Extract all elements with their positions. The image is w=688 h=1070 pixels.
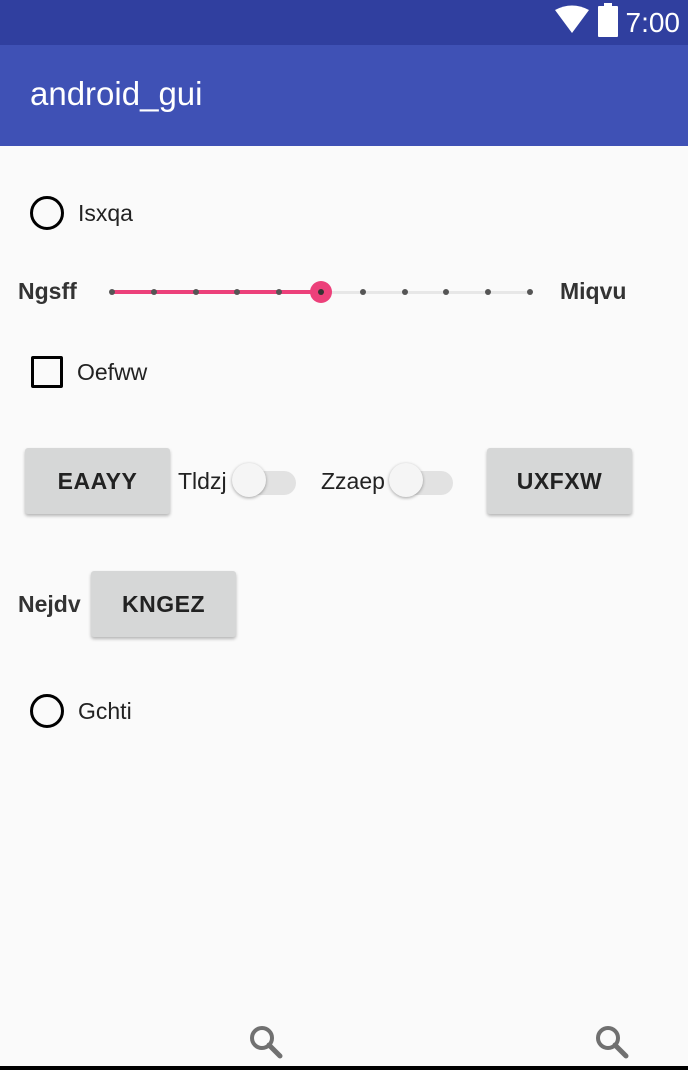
uxfxw-button[interactable]: UXFXW — [487, 448, 632, 514]
eaayy-button[interactable]: EAAYY — [25, 448, 170, 514]
switch-zzaep-label: Zzaep — [321, 468, 385, 494]
checkbox-box[interactable] — [31, 356, 63, 388]
seekbar-tick — [192, 289, 199, 295]
search-icon[interactable] — [594, 1024, 630, 1060]
seekbar[interactable] — [109, 272, 533, 312]
seekbar-tick — [527, 289, 533, 295]
status-time: 7:00 — [625, 7, 681, 38]
seekbar-tick — [485, 289, 492, 295]
kngez-button[interactable]: KNGEZ — [91, 571, 236, 637]
wifi-icon — [554, 5, 590, 40]
nejdv-label: Nejdv — [18, 591, 81, 617]
radio-circle[interactable] — [30, 196, 64, 230]
checkbox-oefww[interactable]: Oefww — [31, 356, 147, 388]
switch-zzaep[interactable] — [389, 460, 455, 500]
content-area: Isxqa Ngsff Miqvu Oefww EAAYY Tldzj Zzae… — [0, 146, 688, 1038]
android-screen: 7:00 android_gui Isxqa Ngsff Miqvu Oefww… — [0, 0, 688, 1070]
seekbar-tick — [276, 289, 283, 295]
search-icon[interactable] — [248, 1024, 284, 1060]
app-bar: android_gui — [0, 45, 688, 146]
nav-bar-edge — [0, 1066, 688, 1070]
radio-label: Gchti — [78, 697, 132, 724]
seekbar-tick — [150, 289, 157, 295]
seekbar-progress — [112, 290, 321, 294]
radio-gchti[interactable]: Gchti — [30, 694, 132, 728]
seekbar-thumb-center — [318, 289, 324, 295]
radio-isxqa[interactable]: Isxqa — [30, 196, 133, 230]
switch-thumb[interactable] — [232, 463, 266, 497]
seekbar-tick — [401, 289, 408, 295]
seekbar-tick — [234, 289, 241, 295]
battery-icon — [597, 3, 618, 42]
seekbar-tick — [359, 289, 366, 295]
radio-label: Isxqa — [78, 199, 133, 226]
seekbar-tick — [443, 289, 450, 295]
status-bar: 7:00 — [0, 0, 688, 45]
seekbar-tick — [109, 289, 115, 295]
switch-thumb[interactable] — [389, 463, 423, 497]
seekbar-left-label: Ngsff — [18, 278, 77, 304]
radio-circle[interactable] — [30, 694, 64, 728]
switch-tldzj[interactable] — [232, 460, 298, 500]
checkbox-label: Oefww — [77, 358, 148, 385]
seekbar-right-label: Miqvu — [560, 278, 627, 304]
app-title: android_gui — [30, 75, 203, 112]
status-icons: 7:00 — [554, 0, 681, 45]
switch-tldzj-label: Tldzj — [178, 468, 227, 494]
